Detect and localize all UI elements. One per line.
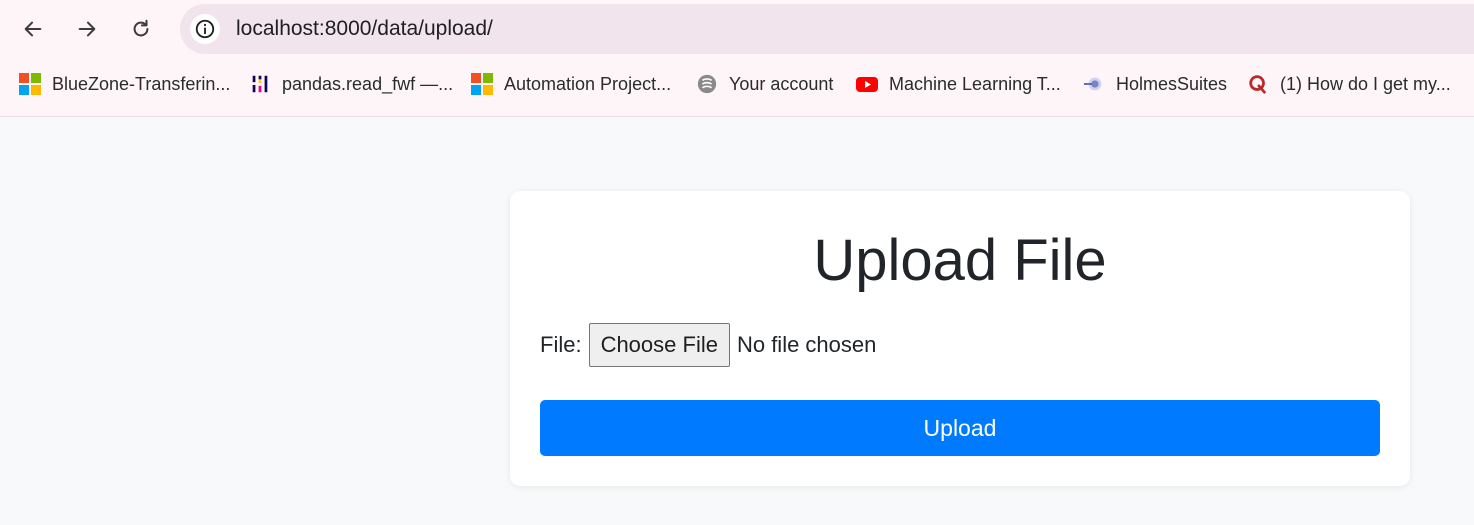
bookmark-item[interactable]: Automation Project... — [470, 70, 671, 98]
url-text[interactable]: localhost:8000/data/upload/ — [236, 17, 493, 41]
bookmark-label: pandas.read_fwf —... — [282, 73, 454, 94]
bookmark-label: Automation Project... — [504, 73, 672, 94]
bookmark-item[interactable]: pandas.read_fwf —... — [248, 70, 453, 98]
reload-icon — [133, 19, 149, 37]
upload-button[interactable]: Upload — [540, 400, 1380, 456]
quora-icon — [1246, 72, 1270, 96]
file-label: File: — [540, 332, 582, 357]
forward-button[interactable] — [68, 10, 106, 48]
arrow-right-icon — [78, 21, 96, 37]
bookmark-label: Machine Learning T... — [889, 73, 1061, 94]
youtube-icon — [855, 72, 879, 96]
pandas-icon — [248, 72, 272, 96]
file-input-row: File: Choose File No file chosen — [540, 323, 876, 367]
arrow-left-icon — [24, 21, 42, 37]
microsoft-icon — [470, 72, 494, 96]
holmes-icon — [1082, 72, 1106, 96]
browser-toolbar: localhost:8000/data/upload/ — [0, 0, 1474, 58]
bookmark-label: Your account — [729, 73, 834, 94]
address-bar[interactable]: localhost:8000/data/upload/ — [180, 4, 1474, 54]
bookmark-label: BlueZone-Transferin... — [52, 73, 231, 94]
page-title: Upload File — [813, 228, 1107, 293]
back-button[interactable] — [14, 10, 52, 48]
bookmark-label: (1) How do I get my... — [1280, 73, 1451, 94]
bookmark-item[interactable]: Machine Learning T... — [855, 70, 1061, 98]
account-icon — [695, 72, 719, 96]
bookmark-item[interactable]: HolmesSuites — [1082, 70, 1227, 98]
bookmarks-bar: BlueZone-Transferin... pandas.read_fwf —… — [0, 62, 1474, 106]
info-icon[interactable] — [190, 14, 220, 44]
bookmark-item[interactable]: Your account — [695, 70, 833, 98]
browser-chrome: localhost:8000/data/upload/ BlueZone-Tra… — [0, 0, 1474, 117]
bookmark-label: HolmesSuites — [1116, 73, 1228, 94]
reload-button[interactable] — [122, 10, 160, 48]
no-file-text: No file chosen — [736, 332, 877, 357]
bookmark-item[interactable]: (1) How do I get my... — [1246, 70, 1451, 98]
microsoft-icon — [18, 72, 42, 96]
bookmark-item[interactable]: BlueZone-Transferin... — [18, 70, 230, 98]
upload-card: Upload File File: Choose File No file ch… — [510, 191, 1410, 486]
choose-file-button[interactable]: Choose File — [588, 323, 730, 367]
